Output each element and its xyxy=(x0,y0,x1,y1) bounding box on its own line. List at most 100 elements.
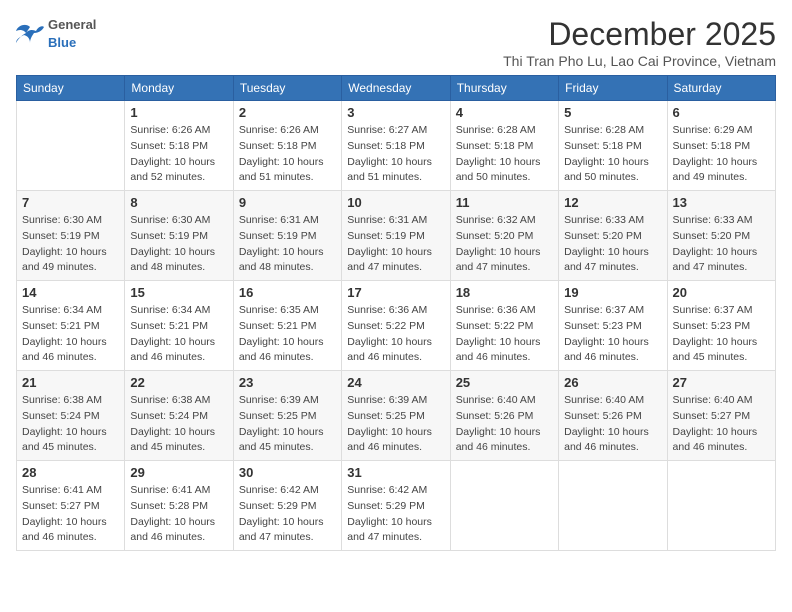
day-number: 7 xyxy=(22,195,119,210)
logo-text: General Blue xyxy=(48,16,96,52)
day-info: Sunrise: 6:39 AM Sunset: 5:25 PM Dayligh… xyxy=(347,393,444,456)
day-info: Sunrise: 6:28 AM Sunset: 5:18 PM Dayligh… xyxy=(456,123,553,186)
day-info: Sunrise: 6:26 AM Sunset: 5:18 PM Dayligh… xyxy=(130,123,227,186)
calendar-cell: 3 Sunrise: 6:27 AM Sunset: 5:18 PM Daylig… xyxy=(342,101,450,191)
day-number: 31 xyxy=(347,465,444,480)
day-number: 29 xyxy=(130,465,227,480)
weekday-header: Monday xyxy=(125,76,233,101)
day-number: 22 xyxy=(130,375,227,390)
day-number: 11 xyxy=(456,195,553,210)
day-number: 14 xyxy=(22,285,119,300)
calendar-cell: 27 Sunrise: 6:40 AM Sunset: 5:27 PM Dayli… xyxy=(667,371,775,461)
weekday-header-row: SundayMondayTuesdayWednesdayThursdayFrid… xyxy=(17,76,776,101)
day-info: Sunrise: 6:30 AM Sunset: 5:19 PM Dayligh… xyxy=(130,213,227,276)
calendar-cell: 28Sunrise: 6:41 AM Sunset: 5:27 PM Dayli… xyxy=(17,461,125,551)
day-info: Sunrise: 6:41 AM Sunset: 5:27 PM Dayligh… xyxy=(22,483,119,546)
calendar-cell: 5 Sunrise: 6:28 AM Sunset: 5:18 PM Daylig… xyxy=(559,101,667,191)
calendar-cell: 21Sunrise: 6:38 AM Sunset: 5:24 PM Dayli… xyxy=(17,371,125,461)
day-info: Sunrise: 6:42 AM Sunset: 5:29 PM Dayligh… xyxy=(239,483,336,546)
calendar-cell: 8 Sunrise: 6:30 AM Sunset: 5:19 PM Daylig… xyxy=(125,191,233,281)
calendar-cell: 14 Sunrise: 6:34 AM Sunset: 5:21 PM Dayli… xyxy=(17,281,125,371)
calendar-cell: 22 Sunrise: 6:38 AM Sunset: 5:24 PM Dayli… xyxy=(125,371,233,461)
day-number: 12 xyxy=(564,195,661,210)
calendar-week-row: 21 Sunrise: 6:38 AM Sunset: 5:24 PM Dayli… xyxy=(17,371,776,461)
day-info: Sunrise: 6:36 AM Sunset: 5:22 PM Dayligh… xyxy=(456,303,553,366)
day-info: Sunrise: 6:27 AM Sunset: 5:18 PM Dayligh… xyxy=(347,123,444,186)
day-info: Sunrise: 6:32 AM Sunset: 5:20 PM Dayligh… xyxy=(456,213,553,276)
day-info: Sunrise: 6:34 AM Sunset: 5:21 PM Dayligh… xyxy=(22,303,119,366)
day-number: 24 xyxy=(347,375,444,390)
calendar-cell: 4 Sunrise: 6:28 AM Sunset: 5:18 PM Daylig… xyxy=(450,101,558,191)
weekday-header: Sunday xyxy=(17,76,125,101)
day-number: 21 xyxy=(22,375,119,390)
calendar-cell xyxy=(17,101,125,191)
logo-icon xyxy=(16,23,44,45)
day-number: 9 xyxy=(239,195,336,210)
day-info: Sunrise: 6:26 AM Sunset: 5:18 PM Dayligh… xyxy=(239,123,336,186)
day-number: 23 xyxy=(239,375,336,390)
day-info: Sunrise: 6:28 AM Sunset: 5:18 PM Dayligh… xyxy=(564,123,661,186)
weekday-header: Tuesday xyxy=(233,76,341,101)
calendar-cell: 2Sunrise: 6:26 AM Sunset: 5:18 PM Daylig… xyxy=(233,101,341,191)
day-number: 3 xyxy=(347,105,444,120)
day-info: Sunrise: 6:30 AM Sunset: 5:19 PM Dayligh… xyxy=(22,213,119,276)
weekday-header: Saturday xyxy=(667,76,775,101)
page-header: General Blue December 2025 Thi Tran Pho … xyxy=(16,16,776,69)
calendar-cell: 31 Sunrise: 6:42 AM Sunset: 5:29 PM Dayli… xyxy=(342,461,450,551)
location-subtitle: Thi Tran Pho Lu, Lao Cai Province, Vietn… xyxy=(503,53,776,69)
calendar-cell: 19Sunrise: 6:37 AM Sunset: 5:23 PM Dayli… xyxy=(559,281,667,371)
day-number: 4 xyxy=(456,105,553,120)
calendar-cell: 18 Sunrise: 6:36 AM Sunset: 5:22 PM Dayli… xyxy=(450,281,558,371)
weekday-header: Thursday xyxy=(450,76,558,101)
month-title: December 2025 xyxy=(503,16,776,53)
day-number: 8 xyxy=(130,195,227,210)
day-number: 18 xyxy=(456,285,553,300)
day-info: Sunrise: 6:31 AM Sunset: 5:19 PM Dayligh… xyxy=(347,213,444,276)
calendar-cell: 6Sunrise: 6:29 AM Sunset: 5:18 PM Daylig… xyxy=(667,101,775,191)
day-number: 10 xyxy=(347,195,444,210)
day-info: Sunrise: 6:39 AM Sunset: 5:25 PM Dayligh… xyxy=(239,393,336,456)
day-info: Sunrise: 6:35 AM Sunset: 5:21 PM Dayligh… xyxy=(239,303,336,366)
title-block: December 2025 Thi Tran Pho Lu, Lao Cai P… xyxy=(503,16,776,69)
calendar-cell: 30 Sunrise: 6:42 AM Sunset: 5:29 PM Dayli… xyxy=(233,461,341,551)
calendar-cell: 13 Sunrise: 6:33 AM Sunset: 5:20 PM Dayli… xyxy=(667,191,775,281)
calendar-cell: 24 Sunrise: 6:39 AM Sunset: 5:25 PM Dayli… xyxy=(342,371,450,461)
day-number: 17 xyxy=(347,285,444,300)
day-number: 5 xyxy=(564,105,661,120)
calendar-cell: 11 Sunrise: 6:32 AM Sunset: 5:20 PM Dayli… xyxy=(450,191,558,281)
day-number: 30 xyxy=(239,465,336,480)
weekday-header: Friday xyxy=(559,76,667,101)
calendar-cell: 20Sunrise: 6:37 AM Sunset: 5:23 PM Dayli… xyxy=(667,281,775,371)
day-info: Sunrise: 6:33 AM Sunset: 5:20 PM Dayligh… xyxy=(564,213,661,276)
day-info: Sunrise: 6:33 AM Sunset: 5:20 PM Dayligh… xyxy=(673,213,770,276)
day-number: 19 xyxy=(564,285,661,300)
weekday-header: Wednesday xyxy=(342,76,450,101)
day-info: Sunrise: 6:36 AM Sunset: 5:22 PM Dayligh… xyxy=(347,303,444,366)
day-info: Sunrise: 6:40 AM Sunset: 5:27 PM Dayligh… xyxy=(673,393,770,456)
calendar-table: SundayMondayTuesdayWednesdayThursdayFrid… xyxy=(16,75,776,551)
calendar-cell: 16Sunrise: 6:35 AM Sunset: 5:21 PM Dayli… xyxy=(233,281,341,371)
calendar-week-row: 28Sunrise: 6:41 AM Sunset: 5:27 PM Dayli… xyxy=(17,461,776,551)
day-info: Sunrise: 6:40 AM Sunset: 5:26 PM Dayligh… xyxy=(456,393,553,456)
day-number: 6 xyxy=(673,105,770,120)
calendar-cell: 12 Sunrise: 6:33 AM Sunset: 5:20 PM Dayli… xyxy=(559,191,667,281)
calendar-cell xyxy=(450,461,558,551)
calendar-cell: 7 Sunrise: 6:30 AM Sunset: 5:19 PM Daylig… xyxy=(17,191,125,281)
logo-general: General xyxy=(48,17,96,32)
calendar-cell: 1Sunrise: 6:26 AM Sunset: 5:18 PM Daylig… xyxy=(125,101,233,191)
calendar-week-row: 1Sunrise: 6:26 AM Sunset: 5:18 PM Daylig… xyxy=(17,101,776,191)
day-number: 13 xyxy=(673,195,770,210)
calendar-week-row: 14 Sunrise: 6:34 AM Sunset: 5:21 PM Dayli… xyxy=(17,281,776,371)
calendar-cell: 15Sunrise: 6:34 AM Sunset: 5:21 PM Dayli… xyxy=(125,281,233,371)
calendar-cell: 23 Sunrise: 6:39 AM Sunset: 5:25 PM Dayli… xyxy=(233,371,341,461)
calendar-cell: 26 Sunrise: 6:40 AM Sunset: 5:26 PM Dayli… xyxy=(559,371,667,461)
day-info: Sunrise: 6:37 AM Sunset: 5:23 PM Dayligh… xyxy=(673,303,770,366)
day-info: Sunrise: 6:42 AM Sunset: 5:29 PM Dayligh… xyxy=(347,483,444,546)
day-info: Sunrise: 6:40 AM Sunset: 5:26 PM Dayligh… xyxy=(564,393,661,456)
day-number: 27 xyxy=(673,375,770,390)
day-info: Sunrise: 6:38 AM Sunset: 5:24 PM Dayligh… xyxy=(130,393,227,456)
calendar-cell: 10 Sunrise: 6:31 AM Sunset: 5:19 PM Dayli… xyxy=(342,191,450,281)
day-number: 26 xyxy=(564,375,661,390)
day-info: Sunrise: 6:34 AM Sunset: 5:21 PM Dayligh… xyxy=(130,303,227,366)
day-info: Sunrise: 6:31 AM Sunset: 5:19 PM Dayligh… xyxy=(239,213,336,276)
